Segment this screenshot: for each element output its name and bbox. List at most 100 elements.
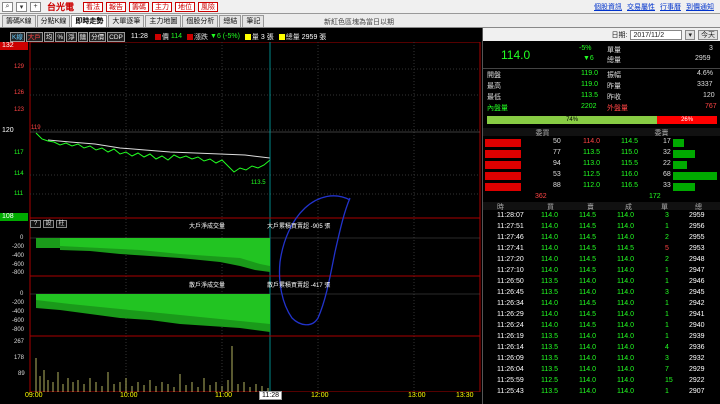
price-grid xyxy=(30,42,480,392)
option-key[interactable]: 鑰 xyxy=(77,31,89,42)
big-axis-800: -800 xyxy=(12,270,25,276)
tick-cell: 2959 xyxy=(689,212,705,219)
tick-cell: 2 xyxy=(665,234,669,241)
tick-cell: 113.5 xyxy=(541,289,558,296)
tick-cell: 2941 xyxy=(689,311,705,318)
tick-cell: 114.0 xyxy=(617,333,634,340)
risk-button[interactable]: 風險 xyxy=(198,1,219,12)
tick-cell: 114.5 xyxy=(579,245,596,252)
orderbook-header: 委買 委賣 xyxy=(483,128,720,137)
today-button[interactable]: 今天 xyxy=(698,29,718,40)
price-label: 價 xyxy=(154,32,169,42)
tick-cell: 114.5 xyxy=(579,223,596,230)
dropdown-icon[interactable]: ▾ xyxy=(16,1,27,12)
date-dropdown-icon[interactable]: ▾ xyxy=(685,29,695,40)
tick-cell: 114.0 xyxy=(541,234,558,241)
tick-cell: 114.0 xyxy=(617,223,634,230)
tick-cell: 113.5 xyxy=(541,344,558,351)
stock-symbol: 台光電 xyxy=(47,2,75,12)
stock-info-link[interactable]: 個股資訊 xyxy=(594,2,622,12)
tick-cell: 114.5 xyxy=(579,311,596,318)
tab-analysis[interactable]: 個股分析 xyxy=(182,15,219,27)
tick-cell: 114.5 xyxy=(579,267,596,274)
tick-cell: 114.0 xyxy=(617,212,634,219)
tick-cell: 114.5 xyxy=(617,245,634,252)
amplitude-value: 4.6% xyxy=(697,70,713,77)
option-pct[interactable]: % xyxy=(55,31,66,42)
panel-controls: ? 設 柱 xyxy=(30,220,67,228)
yest-close-label: 昨收 xyxy=(607,94,621,101)
tick-cell: 1 xyxy=(665,267,669,274)
tick-cell: 114.0 xyxy=(617,300,634,307)
option-kline[interactable]: K線 xyxy=(10,31,25,42)
tick-cell: 5 xyxy=(665,245,669,252)
view-button[interactable]: 看法 xyxy=(83,1,104,12)
small-axis-600: -600 xyxy=(12,318,25,324)
tab-chips-k[interactable]: 籌碼K線 xyxy=(2,15,36,27)
position-button[interactable]: 地位 xyxy=(175,1,196,12)
tick-cell: 11:26:34 xyxy=(497,300,524,307)
vol-axis-267: 267 xyxy=(14,339,25,345)
option-big[interactable]: 大戶 xyxy=(25,31,43,42)
price-alert-link[interactable]: 到價通知 xyxy=(686,2,714,12)
tick-cell: 2932 xyxy=(689,355,705,362)
volume-label: 量 xyxy=(244,32,259,42)
trade-attr-link[interactable]: 交易屬性 xyxy=(627,2,655,12)
tab-main-map[interactable]: 主力地圖 xyxy=(145,15,182,27)
yest-close-value: 120 xyxy=(703,92,715,99)
tab-branch-k[interactable]: 分點K線 xyxy=(36,15,71,27)
tick-cell: 114.0 xyxy=(579,355,596,362)
main-force-button[interactable]: 主力 xyxy=(152,1,173,12)
tick-cell: 11:26:14 xyxy=(497,344,524,351)
tick-cell: 114.5 xyxy=(579,212,596,219)
tick-cell: 1 xyxy=(665,223,669,230)
tick-cell: 11:26:09 xyxy=(497,355,524,362)
tick-row: 11:25:43 113.5 114.0 114.0 1 2907 xyxy=(483,388,720,400)
tick-cell: 114.5 xyxy=(579,256,596,263)
small-trader-title: 散戶淨成交量 xyxy=(189,283,226,289)
settings-button[interactable]: 設 xyxy=(43,220,54,228)
date-input[interactable]: 2017/11/2 xyxy=(630,29,683,40)
tab-realtime[interactable]: 即時走勢 xyxy=(71,15,108,27)
chips-button[interactable]: 籌碼 xyxy=(129,1,150,12)
tick-cell: 15 xyxy=(665,377,673,384)
top-toolbar: ⌕ ▾ + 台光電 看法 報告 籌碼 主力 地位 風險 個股資訊 交易屬性 行事… xyxy=(0,0,720,14)
tab-bar: 籌碼K線 分點K線 即時走勢 大單逐筆 主力地圖 個股分析 總結 筆記 新紅色區… xyxy=(0,14,720,28)
report-button[interactable]: 報告 xyxy=(106,1,127,12)
tick-cell: 113.5 xyxy=(541,278,558,285)
option-price-dist[interactable]: 分價 xyxy=(89,31,107,42)
tab-big-orders[interactable]: 大單逐筆 xyxy=(108,15,145,27)
tick-cell: 11:26:45 xyxy=(497,289,524,296)
tick-cell: 112.5 xyxy=(541,377,558,384)
bar-button[interactable]: 柱 xyxy=(56,220,67,228)
big-axis-400: -400 xyxy=(12,253,25,259)
tab-summary[interactable]: 總結 xyxy=(219,15,242,27)
tick-cell: 2946 xyxy=(689,278,705,285)
in-ratio: 74% xyxy=(487,116,658,124)
option-avg[interactable]: 均 xyxy=(43,31,55,42)
tick-cell: 114.0 xyxy=(541,300,558,307)
tick-cell: 114.0 xyxy=(579,333,596,340)
help-button[interactable]: ? xyxy=(30,220,41,228)
tick-cell: 11:26:29 xyxy=(497,311,524,318)
calendar-link[interactable]: 行事曆 xyxy=(660,2,681,12)
tick-cell: 113.5 xyxy=(541,333,558,340)
tick-cell: 2945 xyxy=(689,289,705,296)
last-price: 114.0 xyxy=(501,48,531,62)
big-axis-0: 0 xyxy=(20,235,24,241)
tick-cell: 11:25:59 xyxy=(497,377,524,384)
tick-cell: 1 xyxy=(665,388,669,395)
small-axis-400: -400 xyxy=(12,309,25,315)
option-net[interactable]: 淨 xyxy=(66,31,77,42)
tick-cell: 1 xyxy=(665,278,669,285)
search-icon[interactable]: ⌕ xyxy=(2,1,13,12)
avg-price-line xyxy=(47,139,271,159)
time-1330: 13:30 xyxy=(456,392,474,399)
option-cdp[interactable]: CDP xyxy=(107,31,125,42)
quote-panel: 日期: 2017/11/2 ▾ 今天 114.0 -5% ▼6 單量 3 總量 … xyxy=(482,28,720,404)
date-label: 日期: xyxy=(611,31,628,39)
add-icon[interactable]: + xyxy=(30,1,41,12)
orderbook-row: 77 113.5 115.0 32 xyxy=(483,149,720,160)
tab-notes[interactable]: 筆記 xyxy=(242,15,265,27)
low-label: 最低 xyxy=(487,94,501,101)
